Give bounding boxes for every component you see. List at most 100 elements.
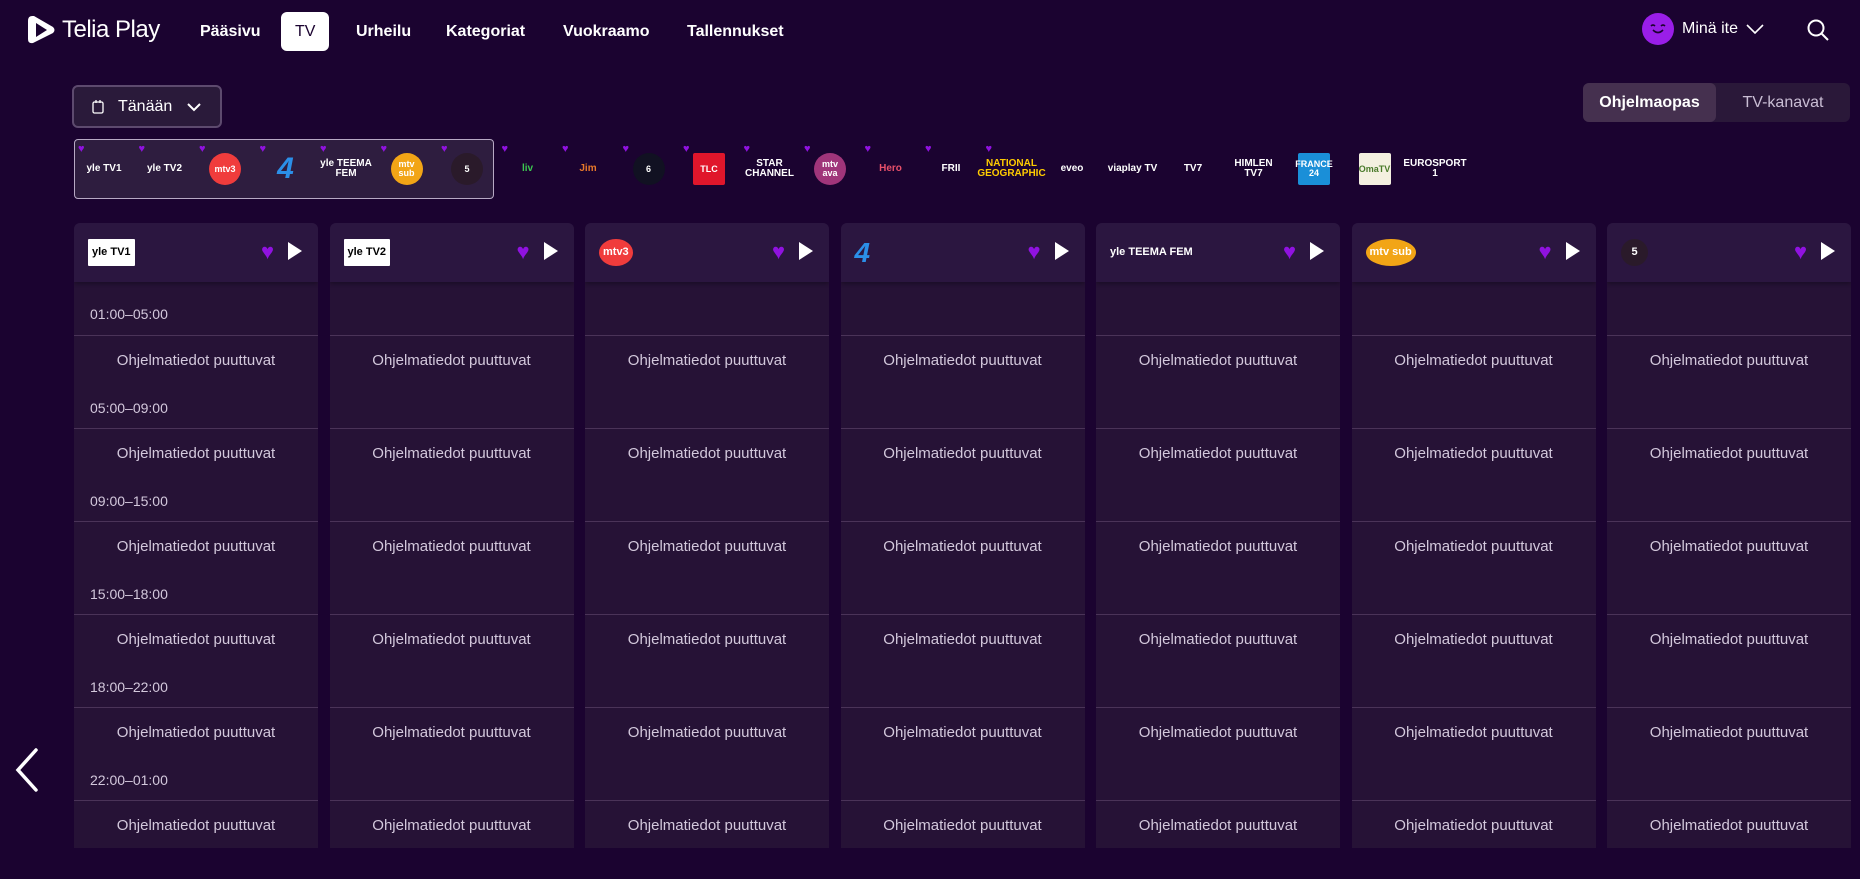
program-slot[interactable]: Ohjelmatiedot puuttuvat — [74, 801, 318, 848]
channel-logo[interactable]: ♥ STAR CHANNEL — [740, 140, 800, 198]
program-slot[interactable]: Ohjelmatiedot puuttuvat — [1607, 708, 1851, 801]
channel-logo[interactable]: ♥ yle TV1 — [74, 140, 134, 198]
program-slot[interactable]: Ohjelmatiedot puuttuvat — [1351, 336, 1596, 429]
channel-header[interactable]: 5 ♥ — [1607, 223, 1851, 282]
channel-header[interactable]: mtv3 ♥ — [585, 223, 829, 282]
program-slot[interactable]: Ohjelmatiedot puuttuvat — [1607, 429, 1851, 522]
program-slot[interactable]: Ohjelmatiedot puuttuvat — [841, 801, 1085, 848]
channel-logo[interactable]: ♥ mtv sub — [377, 140, 437, 198]
program-slot[interactable]: Ohjelmatiedot puuttuvat — [1352, 801, 1596, 848]
nav-item-kategoriat[interactable]: Kategoriat — [432, 12, 539, 51]
favorite-heart-icon[interactable]: ♥ — [772, 239, 785, 265]
program-slot[interactable]: Ohjelmatiedot puuttuvat — [329, 429, 574, 522]
channel-logo[interactable]: ♥ NATIONAL GEOGRAPHIC — [977, 140, 1045, 198]
program-slot[interactable]: Ohjelmatiedot puuttuvat — [1607, 615, 1851, 708]
channel-logo[interactable]: ♥ Jim — [558, 140, 618, 198]
telia-play-logo[interactable]: Telia Play — [26, 14, 160, 46]
program-slot[interactable] — [1607, 282, 1851, 336]
channel-logo[interactable]: ♥ yle TEEMA FEM — [316, 140, 376, 198]
tab-ohjelmaopas[interactable]: Ohjelmaopas — [1583, 83, 1716, 122]
program-slot[interactable]: Ohjelmatiedot puuttuvat — [329, 615, 574, 708]
favorite-heart-icon[interactable]: ♥ — [1027, 239, 1040, 265]
nav-item-tv[interactable]: TV — [281, 12, 330, 51]
search-icon[interactable] — [1806, 18, 1830, 42]
play-icon[interactable] — [543, 242, 558, 260]
program-slot[interactable]: Ohjelmatiedot puuttuvat 22:00–01:00 — [74, 708, 318, 801]
channel-logo[interactable]: OmaTV — [1345, 140, 1405, 198]
channel-logo[interactable]: ♥ TLC — [679, 140, 739, 198]
channel-header[interactable]: yle TV2 ♥ — [329, 223, 574, 282]
channel-header[interactable]: mtv sub ♥ — [1351, 223, 1596, 282]
program-slot[interactable]: Ohjelmatiedot puuttuvat — [1351, 708, 1596, 801]
favorite-heart-icon[interactable]: ♥ — [1283, 239, 1296, 265]
channel-logo[interactable]: ♥ yle TV2 — [135, 140, 195, 198]
channel-logo[interactable]: eveo — [1042, 140, 1102, 198]
favorite-heart-icon[interactable]: ♥ — [516, 239, 529, 265]
program-slot[interactable] — [1096, 282, 1340, 336]
program-slot[interactable]: Ohjelmatiedot puuttuvat — [1351, 522, 1596, 615]
program-slot[interactable]: Ohjelmatiedot puuttuvat — [840, 708, 1085, 801]
program-slot[interactable]: Ohjelmatiedot puuttuvat — [585, 429, 829, 522]
play-icon[interactable] — [288, 242, 302, 260]
program-slot[interactable]: Ohjelmatiedot puuttuvat — [1096, 336, 1340, 429]
channel-logo[interactable]: viaplay TV — [1103, 140, 1163, 198]
program-slot[interactable]: Ohjelmatiedot puuttuvat — [840, 522, 1085, 615]
program-slot[interactable]: Ohjelmatiedot puuttuvat — [1096, 615, 1340, 708]
program-slot[interactable] — [840, 282, 1085, 336]
channel-logo[interactable]: ♥ Hero — [861, 140, 921, 198]
program-slot[interactable]: Ohjelmatiedot puuttuvat — [1351, 615, 1596, 708]
program-slot[interactable]: Ohjelmatiedot puuttuvat — [585, 801, 829, 848]
program-slot[interactable]: Ohjelmatiedot puuttuvat — [329, 708, 574, 801]
program-slot[interactable]: Ohjelmatiedot puuttuvat — [1351, 429, 1596, 522]
program-slot[interactable]: Ohjelmatiedot puuttuvat — [1607, 336, 1851, 429]
program-slot[interactable]: Ohjelmatiedot puuttuvat 05:00–09:00 — [74, 336, 318, 429]
play-icon[interactable] — [1054, 242, 1069, 260]
channel-logo[interactable]: ♥ 4 — [256, 140, 316, 198]
program-slot[interactable]: Ohjelmatiedot puuttuvat — [1096, 708, 1340, 801]
program-slot[interactable]: Ohjelmatiedot puuttuvat 15:00–18:00 — [74, 522, 318, 615]
favorite-heart-icon[interactable]: ♥ — [1794, 239, 1807, 265]
channel-header[interactable]: yle TV1 ♥ — [74, 223, 318, 282]
play-icon[interactable] — [1821, 242, 1835, 260]
play-icon[interactable] — [1310, 242, 1324, 260]
program-slot[interactable]: Ohjelmatiedot puuttuvat — [585, 522, 829, 615]
program-slot[interactable]: Ohjelmatiedot puuttuvat — [329, 336, 574, 429]
program-slot[interactable]: Ohjelmatiedot puuttuvat — [1607, 801, 1851, 848]
channel-logo[interactable]: ♥ liv — [498, 140, 558, 198]
program-slot[interactable]: Ohjelmatiedot puuttuvat — [585, 708, 829, 801]
channel-logo[interactable]: ♥ 5 — [437, 140, 497, 198]
program-slot[interactable]: Ohjelmatiedot puuttuvat — [330, 801, 574, 848]
channel-header[interactable]: yle TEEMA FEM ♥ — [1096, 223, 1340, 282]
program-slot[interactable] — [1351, 282, 1596, 336]
channel-logo[interactable]: EUROSPORT 1 — [1403, 140, 1466, 198]
channel-logo[interactable]: HIMLEN TV7 — [1224, 140, 1284, 198]
channel-logo[interactable]: ♥ FRII — [921, 140, 981, 198]
program-slot[interactable]: Ohjelmatiedot puuttuvat — [585, 336, 829, 429]
date-selector[interactable]: Tänään — [72, 85, 222, 128]
user-menu[interactable]: Minä ite — [1642, 13, 1764, 45]
nav-item-vuokraamo[interactable]: Vuokraamo — [549, 12, 664, 51]
favorite-heart-icon[interactable]: ♥ — [1538, 239, 1551, 265]
play-icon[interactable] — [1565, 242, 1580, 260]
program-slot[interactable]: Ohjelmatiedot puuttuvat — [840, 336, 1085, 429]
program-slot[interactable]: Ohjelmatiedot puuttuvat — [1096, 429, 1340, 522]
channel-header[interactable]: 4 ♥ — [840, 223, 1085, 282]
channel-logo[interactable]: TV7 — [1163, 140, 1223, 198]
favorite-heart-icon[interactable]: ♥ — [261, 239, 274, 265]
nav-item-psivu[interactable]: Pääsivu — [186, 12, 274, 51]
program-slot[interactable]: Ohjelmatiedot puuttuvat 18:00–22:00 — [74, 615, 318, 708]
nav-item-urheilu[interactable]: Urheilu — [342, 12, 425, 51]
program-slot[interactable]: Ohjelmatiedot puuttuvat — [585, 615, 829, 708]
channel-logo[interactable]: ♥ mtv3 — [195, 140, 255, 198]
channel-logo[interactable]: ♥ 6 — [619, 140, 679, 198]
program-slot[interactable]: Ohjelmatiedot puuttuvat — [1096, 522, 1340, 615]
program-slot[interactable] — [329, 282, 574, 336]
program-slot[interactable]: Ohjelmatiedot puuttuvat — [329, 522, 574, 615]
channel-logo[interactable]: ♥ mtv ava — [800, 140, 860, 198]
program-slot[interactable]: Ohjelmatiedot puuttuvat — [840, 615, 1085, 708]
program-slot[interactable]: Ohjelmatiedot puuttuvat — [1607, 522, 1851, 615]
nav-item-tallennukset[interactable]: Tallennukset — [673, 12, 798, 51]
program-slot[interactable]: Ohjelmatiedot puuttuvat — [1096, 801, 1340, 848]
channel-logo[interactable]: FRANCE 24 — [1284, 140, 1344, 198]
program-slot[interactable]: Ohjelmatiedot puuttuvat — [840, 429, 1085, 522]
